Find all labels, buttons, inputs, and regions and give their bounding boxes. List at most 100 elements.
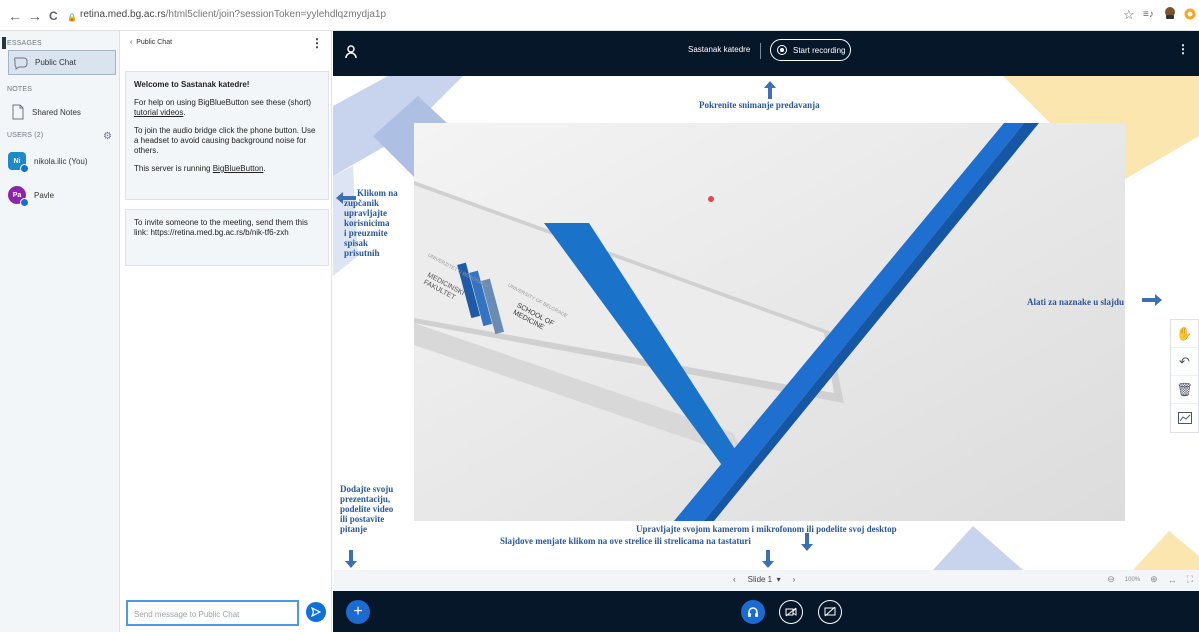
media-control-icon[interactable]: ≡♪ <box>1143 9 1154 20</box>
divider <box>760 43 761 59</box>
server-prefix: This server is running <box>134 164 213 173</box>
address-bar[interactable]: retina.med.bg.ac.rs/html5client/join?ses… <box>80 9 386 20</box>
undo-icon[interactable]: ↶ <box>1171 348 1198 376</box>
browser-toolbar: ← → C 🔒 retina.med.bg.ac.rs/html5client/… <box>0 0 1199 31</box>
actions-plus-button[interactable]: + <box>346 600 370 624</box>
tutorial-videos-link[interactable]: tutorial videos <box>134 108 183 117</box>
public-chat-label: Public Chat <box>35 58 76 67</box>
user-name: nikola.ilic (You) <box>34 156 88 166</box>
chevron-down-icon: ▾ <box>776 575 781 584</box>
server-suffix: . <box>263 164 266 173</box>
meeting-name: Sastanak katedre! <box>180 80 250 89</box>
presentation-slide[interactable]: UNIVERZITET U BEOGRADU MEDICINSKI FAKULT… <box>414 123 1125 521</box>
headphones-icon <box>748 607 758 617</box>
welcome-message: Welcome to Sastanak katedre! For help on… <box>125 71 329 200</box>
multi-user-chart-icon[interactable] <box>1171 404 1198 432</box>
arrow-right-icon <box>1142 294 1162 306</box>
previous-slide-button[interactable]: ‹ <box>733 575 736 584</box>
hand-tool-icon[interactable]: ✋ <box>1171 320 1198 348</box>
users-heading: USERS (2) <box>7 132 44 139</box>
clear-trash-icon[interactable]: 🗑 <box>1171 376 1198 404</box>
annotation-line: podelite video <box>340 504 394 514</box>
presentation-area: UNIVERZITET U BEOGRADU MEDICINSKI FAKULT… <box>333 76 1199 570</box>
main-area: Sastanak katedre Start recording ⋮ – <box>333 31 1199 632</box>
annotation-line: pitanje <box>340 524 367 534</box>
annotation-line: prezentaciju, <box>340 494 391 504</box>
user-settings-gear-icon[interactable]: ⚙ <box>103 131 112 142</box>
whiteboard-toolbar: ✋ ↶ 🗑 <box>1170 319 1199 433</box>
annotation-line: zupčanik <box>344 198 380 208</box>
zoom-out-button[interactable]: ⊖ <box>1107 574 1115 585</box>
camera-toggle-button[interactable] <box>779 600 803 624</box>
help-line: For help on using BigBlueButton see thes… <box>134 98 320 118</box>
fullscreen-button[interactable]: ⛶ <box>1187 574 1193 585</box>
chat-header-label: Public Chat <box>136 39 173 46</box>
audio-status-icon <box>20 164 29 173</box>
screen-share-button[interactable] <box>818 600 842 624</box>
audio-status-icon <box>20 198 29 207</box>
bigbluebutton-link[interactable]: BigBlueButton <box>213 164 264 173</box>
bookmark-star-icon[interactable]: ☆ <box>1123 7 1135 23</box>
help-text: For help on using BigBlueButton see thes… <box>134 98 311 107</box>
back-icon[interactable]: ← <box>8 9 22 23</box>
bbb-window: ← → C 🔒 retina.med.bg.ac.rs/html5client/… <box>0 0 1199 632</box>
avatar-initials: Ni <box>13 157 21 165</box>
send-icon <box>311 607 321 617</box>
camera-off-icon <box>785 607 797 617</box>
audio-line: To join the audio bridge click the phone… <box>134 126 316 155</box>
chat-options-icon[interactable]: ⋮ <box>311 36 323 50</box>
avatar: Pa <box>8 186 29 207</box>
invite-message: To invite someone to the meeting, send t… <box>125 209 329 266</box>
user-list-panel: ESSAGES Public Chat NOTES Shared Notes U… <box>0 31 120 632</box>
annotation-recording: Pokrenite snimanje predavanja <box>699 100 820 110</box>
zoom-level: 100% <box>1124 576 1141 583</box>
forward-icon[interactable]: → <box>28 9 42 23</box>
messages-heading: ESSAGES <box>7 40 42 47</box>
annotation-tools: Alati za naznake u slajdu <box>1027 297 1125 307</box>
url-host: retina.med.bg.ac.rs <box>80 9 166 20</box>
reload-icon[interactable]: C <box>49 9 58 23</box>
audio-headphones-button[interactable] <box>741 600 765 624</box>
invite-text: To invite someone to the meeting, send t… <box>134 218 308 237</box>
user-name: Pavle <box>34 190 55 200</box>
annotation-presentation: Dodajte svoju prezentaciju, podelite vid… <box>340 484 393 534</box>
next-slide-button[interactable]: › <box>793 575 796 584</box>
url-path: /html5client/join?sessionToken=yylehdlqz… <box>165 9 387 20</box>
avatar-initials: Pa <box>12 191 22 199</box>
chat-message-input[interactable]: Send message to Public Chat <box>126 600 299 626</box>
desktop-share-off-icon <box>824 607 836 617</box>
options-menu-icon[interactable]: ⋮ <box>1177 42 1189 56</box>
annotation-gear: Klikom na zupčanik upravljajte korisnici… <box>341 188 398 258</box>
chat-icon <box>14 57 28 70</box>
annotation-line: prisutnih <box>344 248 380 258</box>
help-text-end: . <box>183 108 186 117</box>
action-bar: + <box>333 591 1199 632</box>
zoom-controls: ⊖ 100% ⊕ ↔ ⛶ <box>1107 574 1193 585</box>
start-recording-button[interactable]: Start recording <box>770 39 851 61</box>
zoom-in-button[interactable]: ⊕ <box>1150 574 1158 585</box>
public-chat-panel: ‹ Public Chat ⋮ Welcome to Sastanak kate… <box>120 31 332 632</box>
slide-pager: ‹ Slide 1 ▾ › <box>733 575 795 584</box>
public-chat-item[interactable]: Public Chat <box>8 50 116 75</box>
record-icon <box>777 45 787 55</box>
user-item-nikola[interactable]: Ni nikola.ilic (You) <box>8 152 88 173</box>
send-message-button[interactable] <box>306 602 326 622</box>
user-item-pavle[interactable]: Pa Pavle <box>8 186 55 207</box>
start-recording-label: Start recording <box>793 45 846 55</box>
chat-header[interactable]: ‹ Public Chat <box>130 39 172 46</box>
profile-icon[interactable] <box>1184 8 1196 23</box>
extension-icon[interactable] <box>1163 6 1177 23</box>
presentation-toolbar: ‹ Slide 1 ▾ › ⊖ 100% ⊕ ↔ ⛶ <box>333 570 1199 591</box>
annotation-line: upravljajte <box>344 208 387 218</box>
server-line: This server is running BigBlueButton. <box>134 164 320 174</box>
welcome-line: Welcome to Sastanak katedre! <box>134 80 320 90</box>
fit-width-button[interactable]: ↔ <box>1168 575 1177 585</box>
slide-select[interactable]: Slide 1 ▾ <box>748 575 781 584</box>
annotation-slides: Slajdove menjate klikom na ove strelice … <box>500 536 751 546</box>
shared-notes-item[interactable]: Shared Notes <box>12 104 81 120</box>
annotation-line: ili postavite <box>340 514 385 524</box>
welcome-prefix: Welcome to <box>134 80 181 89</box>
annotation-camera: Upravljajte svojom kamerom i mikrofonom … <box>636 524 897 534</box>
user-list-toggle-icon[interactable] <box>343 44 359 60</box>
meeting-title: Sastanak katedre <box>688 45 751 54</box>
